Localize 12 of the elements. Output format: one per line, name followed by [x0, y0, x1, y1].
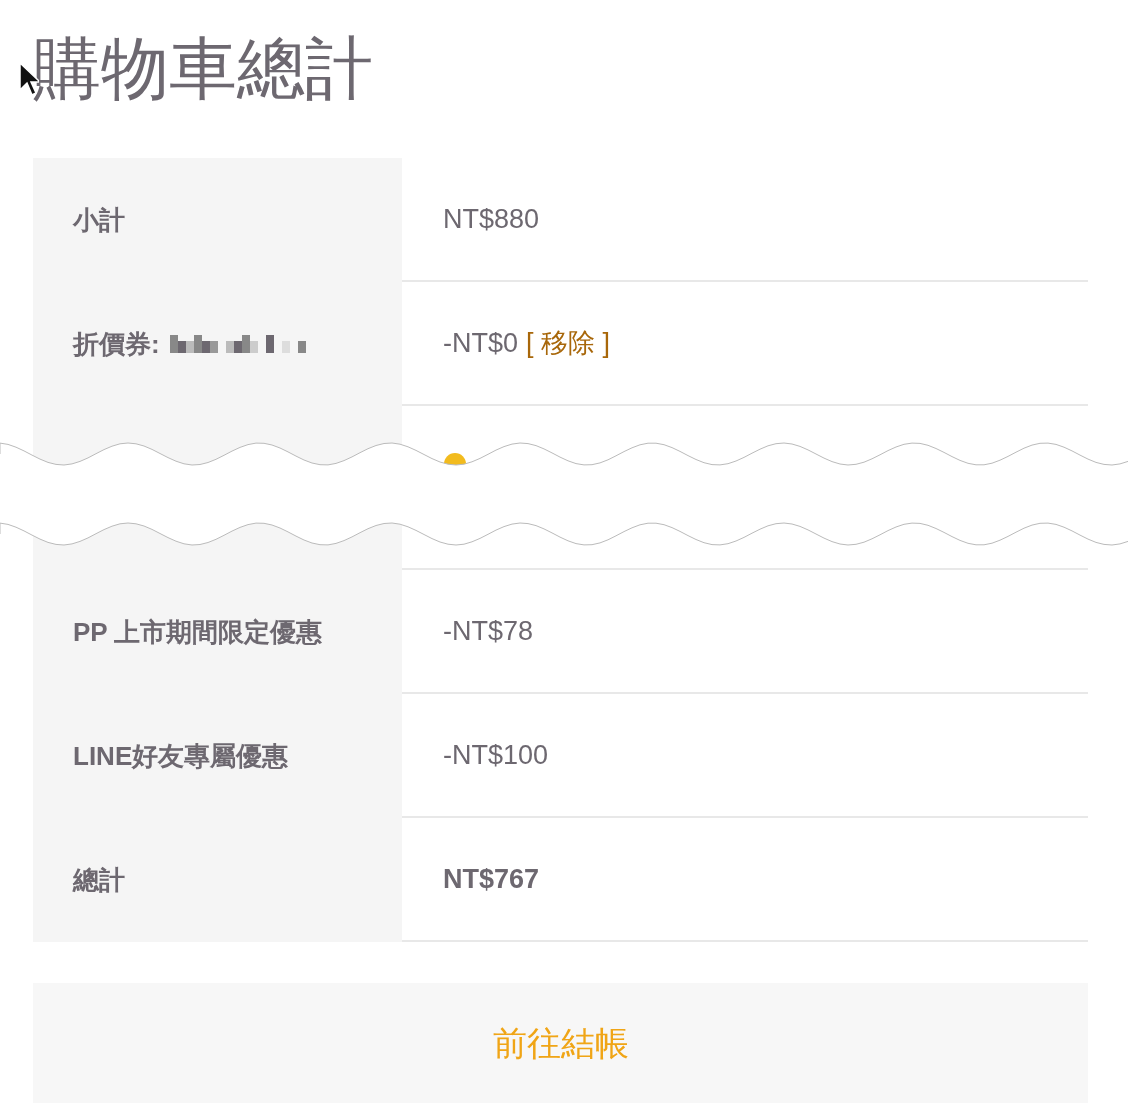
row-label: 小計 [73, 203, 125, 237]
row-value: -NT$78 [443, 614, 534, 648]
row-value: -NT$100 [443, 738, 549, 772]
row-value: -NT$0 [443, 326, 518, 360]
row-label: 總計 [73, 863, 125, 897]
row-label: 折價券: [73, 327, 160, 361]
page-title: 購物車總計 [33, 34, 373, 102]
row-value: NT$767 [443, 862, 540, 896]
remove-link[interactable]: [ 移除 ] [526, 322, 611, 364]
row-value: NT$880 [443, 202, 540, 236]
row-label: PP 上市期間限定優惠 [73, 615, 323, 649]
row-label: LINE好友專屬優惠 [73, 739, 289, 773]
